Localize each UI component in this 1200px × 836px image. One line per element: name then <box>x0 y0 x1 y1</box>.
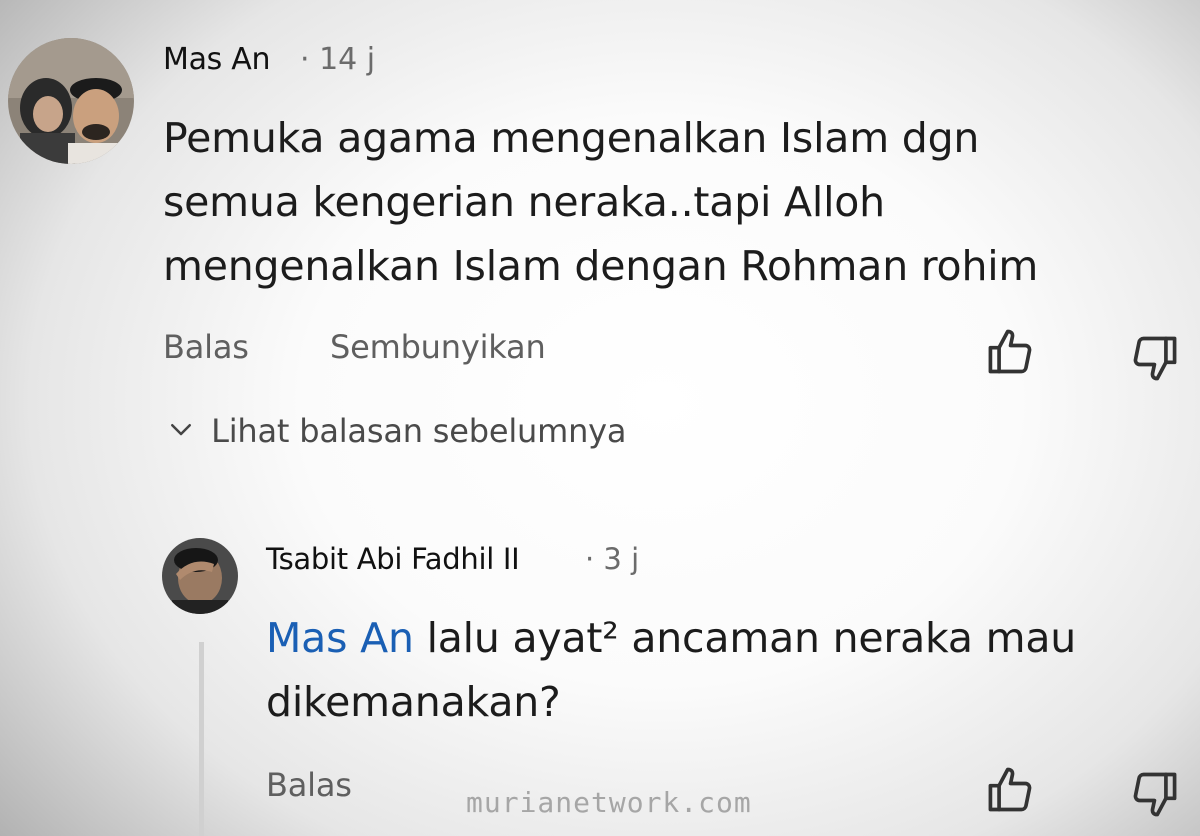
comment-author[interactable]: Mas An <box>163 42 270 77</box>
avatar-mas-an[interactable] <box>8 38 134 164</box>
hide-button[interactable]: Sembunyikan <box>330 328 546 366</box>
comment-line: mengenalkan Islam dengan Rohman rohim <box>163 242 1039 290</box>
view-previous-label: Lihat balasan sebelumnya <box>211 412 627 450</box>
thumbs-up-icon[interactable] <box>985 326 1037 382</box>
comment-body: Pemuka agama mengenalkan Islam dgn semua… <box>163 106 1038 298</box>
reply-time: · 3 j <box>585 542 640 576</box>
comment-line: Pemuka agama mengenalkan Islam dgn <box>163 114 980 162</box>
mention-link[interactable]: Mas An <box>266 614 414 662</box>
thumbs-down-icon[interactable] <box>1128 332 1180 388</box>
comment-line: semua kengerian neraka..tapi Alloh <box>163 178 885 226</box>
thread-line <box>199 642 204 836</box>
watermark: murianetwork.com <box>466 786 752 819</box>
reply-reply-button[interactable]: Balas <box>266 766 352 804</box>
reply-line: Mas An lalu ayat² ancaman neraka mau <box>266 606 1076 670</box>
reply-text: lalu ayat² ancaman neraka mau <box>413 614 1077 662</box>
view-previous-replies[interactable]: Lihat balasan sebelumnya <box>166 412 627 450</box>
reply-author[interactable]: Tsabit Abi Fadhil II <box>266 542 520 576</box>
avatar-tsabit[interactable] <box>162 538 238 614</box>
reply-button[interactable]: Balas <box>163 328 249 366</box>
reply-line: dikemanakan? <box>266 678 561 726</box>
comment-time: · 14 j <box>300 42 376 77</box>
thumbs-up-icon[interactable] <box>985 764 1037 820</box>
thumbs-down-icon[interactable] <box>1128 768 1180 824</box>
reply-body: Mas An lalu ayat² ancaman neraka mau dik… <box>266 606 1076 734</box>
chevron-down-icon <box>166 414 196 448</box>
